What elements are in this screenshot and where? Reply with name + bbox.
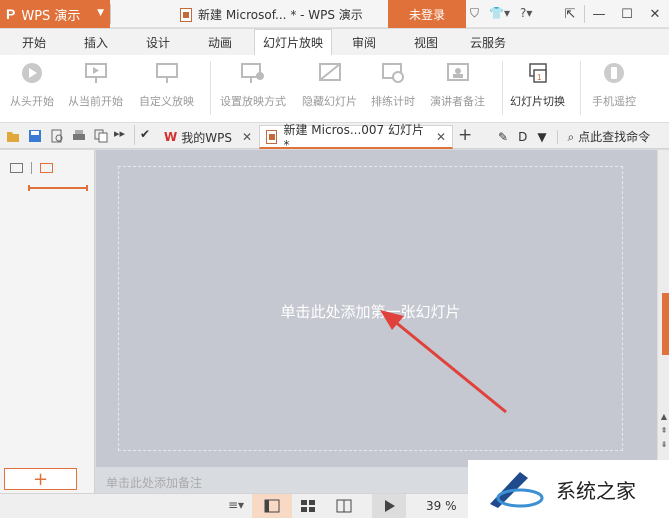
presentation-file-icon xyxy=(266,129,278,144)
tab-current-document[interactable]: 新建 Micros...007 幻灯片 * ✕ xyxy=(259,123,453,152)
search-icon: ⌕ xyxy=(567,130,575,144)
slide-transition-icon: 1 xyxy=(525,61,551,85)
tab-home[interactable]: 开始 xyxy=(22,34,46,51)
from-current-button[interactable]: 从当前开始 xyxy=(68,61,123,109)
timer-icon xyxy=(380,61,406,85)
print-icon[interactable] xyxy=(72,129,86,143)
new-tab-button[interactable]: + xyxy=(458,125,472,145)
setup-show-button[interactable]: 设置放映方式 xyxy=(220,61,286,109)
custom-show-button[interactable]: 自定义放映 xyxy=(139,61,194,109)
tab-review[interactable]: 审阅 xyxy=(352,34,376,51)
vertical-scrollbar[interactable]: ▲ ⇞ ⇟ xyxy=(657,150,669,467)
more-arrows-icon[interactable]: ▸▸ xyxy=(114,127,125,140)
outline-view-icon[interactable] xyxy=(10,163,23,173)
save-icon[interactable] xyxy=(28,129,42,143)
tab-mywps[interactable]: W 我的WPS ✕ xyxy=(158,125,258,149)
normal-view-icon[interactable] xyxy=(264,499,280,513)
hide-slide-icon xyxy=(317,61,343,85)
scroll-next-icon[interactable]: ⇟ xyxy=(658,440,669,449)
scroll-prev-icon[interactable]: ⇞ xyxy=(658,426,669,435)
slide-thumbnail-pane: + xyxy=(0,150,95,493)
add-slide-button[interactable]: + xyxy=(4,468,77,490)
tab-slideshow[interactable]: 幻灯片放映 xyxy=(254,29,333,55)
reading-view-icon[interactable] xyxy=(336,499,352,513)
projector-icon xyxy=(154,61,180,85)
presenter-icon xyxy=(445,61,471,85)
comment-icon[interactable]: ▼ xyxy=(537,130,546,144)
shirt-icon[interactable]: 👕▾ xyxy=(489,6,510,21)
app-name: WPS 演示 xyxy=(21,8,81,24)
tab-animation[interactable]: 动画 xyxy=(208,34,232,51)
minimize-button[interactable]: — xyxy=(585,0,613,28)
thumbnail-insert-indicator xyxy=(28,185,88,191)
projector-gear-icon xyxy=(240,61,266,85)
tab-design[interactable]: 设计 xyxy=(146,34,170,51)
watermark: 系统之家 xyxy=(468,460,669,518)
restore-fullscreen-button[interactable]: ⇱ xyxy=(556,0,584,28)
copy-icon[interactable] xyxy=(94,129,108,143)
search-command[interactable]: ⌕ 点此查找命令 xyxy=(568,128,651,145)
d-style-icon[interactable]: D xyxy=(518,130,527,144)
skin-icon[interactable]: ⛉ xyxy=(470,6,479,21)
format-painter-icon[interactable]: ✎ xyxy=(498,130,508,144)
slide-editing-area[interactable]: 单击此处添加第一张幻灯片 xyxy=(96,150,657,467)
projector-play-icon xyxy=(83,61,109,85)
watermark-text: 系统之家 xyxy=(556,478,636,503)
from-start-button[interactable]: 从头开始 xyxy=(10,61,54,109)
title-bar: P WPS 演示 ▼ 新建 Microsof... * - WPS 演示 未登录… xyxy=(0,0,669,28)
presenter-notes-button[interactable]: 演讲者备注 xyxy=(430,61,485,109)
phone-remote-button[interactable]: 手机遥控 xyxy=(592,61,636,109)
watermark-logo-icon xyxy=(490,472,544,508)
annotation-arrow xyxy=(380,310,507,414)
hide-slide-button[interactable]: 隐藏幻灯片 xyxy=(302,61,357,109)
wps-icon: W xyxy=(164,130,178,144)
checkmark-icon[interactable]: ✔ xyxy=(140,127,150,141)
help-icon[interactable]: ?▾ xyxy=(520,6,532,21)
chevron-down-icon: ▼ xyxy=(97,8,104,18)
slide-view-icon[interactable] xyxy=(40,163,53,173)
maximize-button[interactable]: ☐ xyxy=(613,0,641,28)
tab-strip: ▸▸ ✔ W 我的WPS ✕ 新建 Micros...007 幻灯片 * ✕ +… xyxy=(0,123,669,152)
tab-insert[interactable]: 插入 xyxy=(84,34,108,51)
ribbon: 从头开始 从当前开始 自定义放映 设置放映方式 隐藏幻灯片 排练计时 演讲者备注… xyxy=(0,55,669,123)
login-button[interactable]: 未登录 xyxy=(388,0,466,28)
open-folder-icon[interactable] xyxy=(6,129,20,143)
scroll-up-icon[interactable]: ▲ xyxy=(658,412,669,421)
scrollbar-thumb[interactable] xyxy=(662,293,669,355)
zoom-level[interactable]: 39 % xyxy=(426,499,457,513)
wps-logo-icon: P xyxy=(6,6,16,22)
notes-toggle-icon[interactable]: ≡▾ xyxy=(228,498,244,512)
tab-cloud[interactable]: 云服务 xyxy=(470,34,506,51)
app-menu-button[interactable]: P WPS 演示 ▼ xyxy=(0,0,110,28)
svg-text:1: 1 xyxy=(537,73,542,82)
tab-view[interactable]: 视图 xyxy=(414,34,438,51)
window-title: 新建 Microsof... * - WPS 演示 xyxy=(180,6,363,23)
phone-icon xyxy=(601,61,627,85)
rehearse-timing-button[interactable]: 排练计时 xyxy=(371,61,415,109)
presentation-file-icon xyxy=(180,7,192,22)
play-icon xyxy=(19,61,45,85)
play-slideshow-icon[interactable] xyxy=(382,499,398,513)
close-button[interactable]: ✕ xyxy=(641,0,669,28)
slide-transition-button[interactable]: 1 幻灯片切换 xyxy=(510,61,565,109)
close-tab-icon[interactable]: ✕ xyxy=(242,130,252,144)
menu-bar: 开始 插入 设计 动画 幻灯片放映 审阅 视图 云服务 xyxy=(0,29,669,55)
close-tab-icon[interactable]: ✕ xyxy=(436,130,446,144)
slide-sorter-icon[interactable] xyxy=(300,499,316,513)
print-preview-icon[interactable] xyxy=(50,129,64,143)
